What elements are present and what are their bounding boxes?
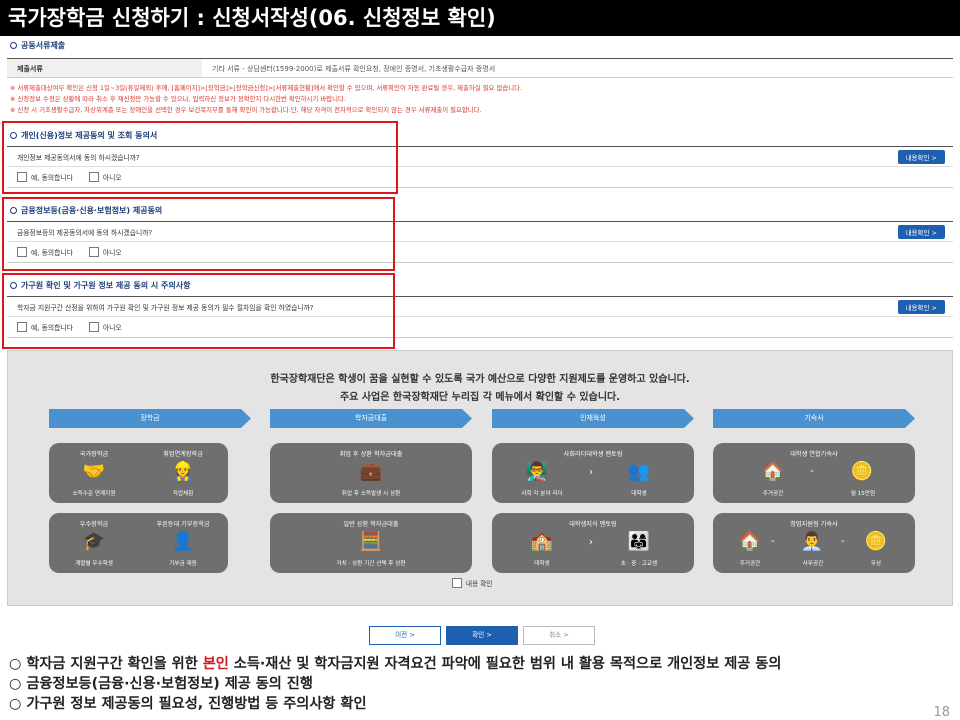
program-desc: 사회 각 분야 리더 (521, 491, 563, 497)
program-title: 창업지원형 기숙사 (790, 521, 838, 528)
summary-highlight: 본인 (202, 656, 229, 672)
chevron-right-icon: › (589, 467, 593, 478)
program-panel: 사회리더대학생 멘토링 👨‍🏫 › 👥 사회 각 분야 리더 대학생 (492, 443, 694, 503)
notice-item: ※ 신청 시 기초생활수급자, 차상위계층 또는 장애인을 선택한 경우 보건복… (10, 106, 482, 114)
category-scholarship: 장학금 (49, 409, 251, 428)
page-number: 18 (933, 705, 950, 720)
highlight-box (2, 273, 395, 349)
program-desc: 기부금 재원 (169, 561, 197, 567)
chevron-right-icon: › (589, 537, 593, 548)
content-confirm-option[interactable]: 내용 확인 (452, 578, 492, 588)
notice-item: ※ 신청정보 수정은 상황에 따라 취소 후 재신청만 가능할 수 있으나, 입… (10, 95, 346, 103)
program-title: 국가장학금 (79, 451, 109, 458)
slide-title: 국가장학금 신청하기 : 신청서작성(06. 신청정보 확인) (0, 0, 960, 36)
program-title: 사회리더대학생 멘토링 (563, 451, 623, 458)
notice-item: ※ 서류제출대상여부 확인은 신청 1일~3일(휴일제외) 후에, [홈페이지]… (10, 84, 523, 92)
dash-icon: - (771, 536, 775, 547)
program-panel: 대학생지식 멘토링 🏫 › 👨‍👩‍👧 대학생 초 · 중 · 고교생 (492, 513, 694, 573)
program-title: 우수장학금 (79, 521, 109, 528)
programs-info-panel: 한국장학재단은 학생이 꿈을 실현할 수 있도록 국가 예산으로 다양한 지원제… (7, 350, 953, 606)
program-title: 푸른등대 기부장학금 (156, 521, 210, 528)
program-panel: 창업지원형 기숙사 🏠 - 👨‍💼 - 🪙 주거공간 사무공간 무상 (713, 513, 915, 573)
summary-text: ○ 학자금 지원구간 확인을 위한 (9, 656, 203, 672)
program-title: 취업연계장학금 (163, 451, 203, 458)
category-dormitory: 기숙사 (713, 409, 915, 428)
program-desc: 대학생 (534, 561, 550, 567)
program-title: 일반 상환 학자금대출 (343, 521, 399, 528)
slide-summary: ○ 학자금 지원구간 확인을 위한 본인 소득·재산 및 학자금지원 자격요건 … (0, 654, 960, 720)
documents-table: 제출서류 기타 서류 - 상담센터(1599-2000)로 제출서류 확인요청,… (7, 58, 953, 78)
program-desc: 초 · 중 · 고교생 (620, 561, 658, 567)
home-icon: 🏠 (761, 461, 785, 482)
program-desc: 직업체험 (172, 491, 194, 497)
program-desc: 대학생 (631, 491, 647, 497)
documents-heading: 공동서류제출 (7, 38, 953, 52)
program-panel: 취업 후 상환 학자금대출 💼 취업 후 소득발생 시 상환 (270, 443, 472, 503)
children-icon: 👨‍👩‍👧 (627, 531, 651, 552)
program-desc: 취업 후 소득발생 시 상환 (341, 491, 401, 497)
notice-list: ※ 서류제출대상여부 확인은 신청 1일~3일(휴일제외) 후에, [홈페이지]… (7, 83, 953, 116)
confirm-button[interactable]: 확인 > (446, 626, 518, 645)
program-desc: 무상 (870, 561, 882, 567)
program-title: 대학생 연합기숙사 (790, 451, 838, 458)
handshake-icon: 🤝 (82, 461, 106, 482)
worker-icon: 👷 (171, 461, 195, 482)
program-panel: 대학생 연합기숙사 🏠 - 🪙 주거공간 월 15만원 (713, 443, 915, 503)
home-icon: 🏠 (738, 531, 762, 552)
coin-icon: 🪙 (850, 461, 874, 482)
dash-icon: - (841, 536, 845, 547)
summary-line-3: ○ 가구원 정보 제공동의 필요성, 진행방법 등 주의사항 확인 (9, 696, 367, 712)
program-panel: 우수장학금 푸른등대 기부장학금 🎓 👤 계열별 우수학생 기부금 재원 (49, 513, 228, 573)
documents-heading-text: 공동서류제출 (21, 40, 66, 50)
program-desc: 계열별 우수학생 (75, 561, 113, 567)
navigation-buttons: 이전 > 확인 > 취소 > (0, 626, 960, 646)
graduation-cap-icon: 🎓 (82, 531, 106, 552)
prev-button[interactable]: 이전 > (369, 626, 441, 645)
coin-icon: 🪙 (864, 531, 888, 552)
circle-bullet-icon (10, 41, 17, 49)
program-panel: 일반 상환 학자금대출 🧮 거치 · 상환 기간 선택 후 상환 (270, 513, 472, 573)
program-title: 취업 후 상환 학자금대출 (339, 451, 403, 458)
program-desc: 주거공간 (762, 491, 784, 497)
summary-line-2: ○ 금융정보등(금융·신용·보험정보) 제공 동의 진행 (9, 676, 313, 692)
application-form: 공동서류제출 제출서류 기타 서류 - 상담센터(1599-2000)로 제출서… (7, 38, 953, 116)
summary-line-1: ○ 학자금 지원구간 확인을 위한 본인 소득·재산 및 학자금지원 자격요건 … (0, 654, 960, 674)
category-talent: 인재육성 (492, 409, 694, 428)
view-content-button[interactable]: 내용확인 > (897, 299, 945, 314)
highlight-box (2, 121, 398, 194)
category-loan: 학자금대출 (270, 409, 472, 428)
calculator-icon: 🧮 (359, 531, 383, 552)
content-confirm-label: 내용 확인 (466, 580, 493, 588)
program-desc: 거치 · 상환 기간 선택 후 상환 (336, 561, 406, 567)
view-content-button[interactable]: 내용확인 > (897, 149, 945, 164)
documents-label: 제출서류 (7, 59, 202, 77)
checkbox-icon[interactable] (452, 578, 462, 588)
students-icon: 👥 (627, 461, 651, 482)
program-panel: 국가장학금 취업연계장학금 🤝 👷 소득수준 연계지원 직업체험 (49, 443, 228, 503)
briefcase-icon: 💼 (359, 461, 383, 482)
university-icon: 🏫 (530, 531, 554, 552)
program-title: 대학생지식 멘토링 (569, 521, 617, 528)
info-line-1: 한국장학재단은 학생이 꿈을 실현할 수 있도록 국가 예산으로 다양한 지원제… (270, 374, 690, 385)
view-content-button[interactable]: 내용확인 > (897, 224, 945, 239)
person-icon: 👤 (171, 531, 195, 552)
presenter-icon: 👨‍🏫 (525, 461, 549, 482)
program-desc: 월 15만원 (850, 491, 876, 497)
cancel-button[interactable]: 취소 > (523, 626, 595, 645)
dash-icon: - (810, 466, 814, 477)
info-line-2: 주요 사업은 한국장학재단 누리집 각 메뉴에서 확인할 수 있습니다. (339, 392, 621, 403)
documents-value: 기타 서류 - 상담센터(1599-2000)로 제출서류 확인요청, 장애인 … (212, 65, 496, 73)
summary-text: 소득·재산 및 학자금지원 자격요건 파악에 필요한 범위 내 활용 목적으로 … (228, 656, 782, 672)
office-worker-icon: 👨‍💼 (800, 531, 824, 552)
program-desc: 소득수준 연계지원 (72, 491, 116, 497)
highlight-box (2, 197, 395, 271)
